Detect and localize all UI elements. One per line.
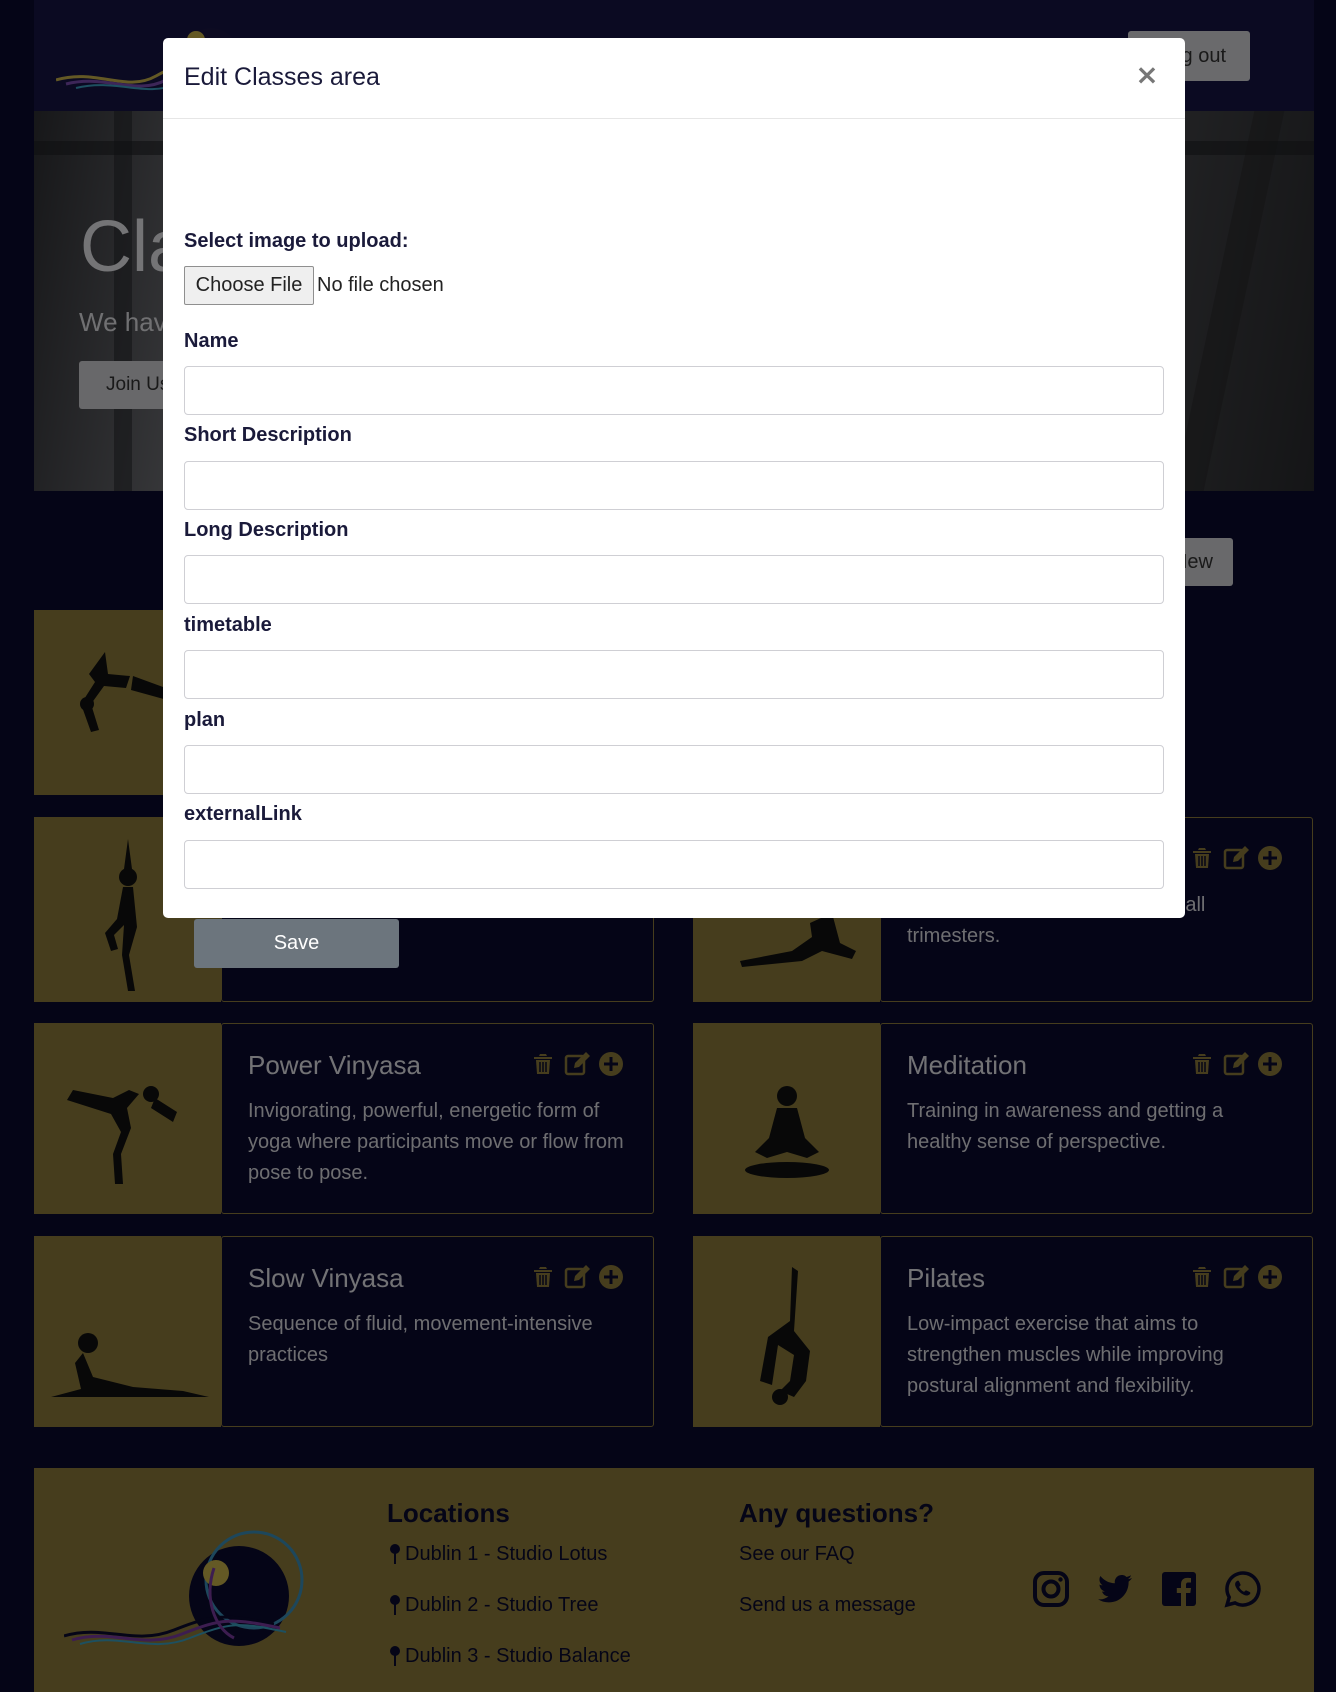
timetable-label: timetable — [184, 614, 272, 636]
edit-classes-modal: Edit Classes area × Select image to uplo… — [163, 38, 1185, 968]
short-description-field[interactable] — [184, 461, 1164, 510]
name-label: Name — [184, 330, 239, 352]
modal-title: Edit Classes area — [184, 63, 380, 91]
external-link-field[interactable] — [184, 840, 1164, 889]
choose-file-button[interactable]: Choose File — [184, 266, 314, 305]
timetable-field[interactable] — [184, 650, 1164, 699]
name-field[interactable] — [184, 366, 1164, 415]
close-icon[interactable]: × — [1129, 54, 1165, 94]
file-status-text: No file chosen — [317, 274, 444, 296]
save-button[interactable]: Save — [194, 919, 399, 968]
long-description-field[interactable] — [184, 555, 1164, 604]
short-description-label: Short Description — [184, 424, 352, 446]
plan-label: plan — [184, 709, 226, 731]
long-description-label: Long Description — [184, 519, 349, 541]
modal-header: Edit Classes area × — [163, 38, 1185, 119]
external-link-label: externalLink — [184, 803, 302, 825]
image-upload-label: Select image to upload: — [184, 230, 409, 252]
plan-field[interactable] — [184, 745, 1164, 794]
